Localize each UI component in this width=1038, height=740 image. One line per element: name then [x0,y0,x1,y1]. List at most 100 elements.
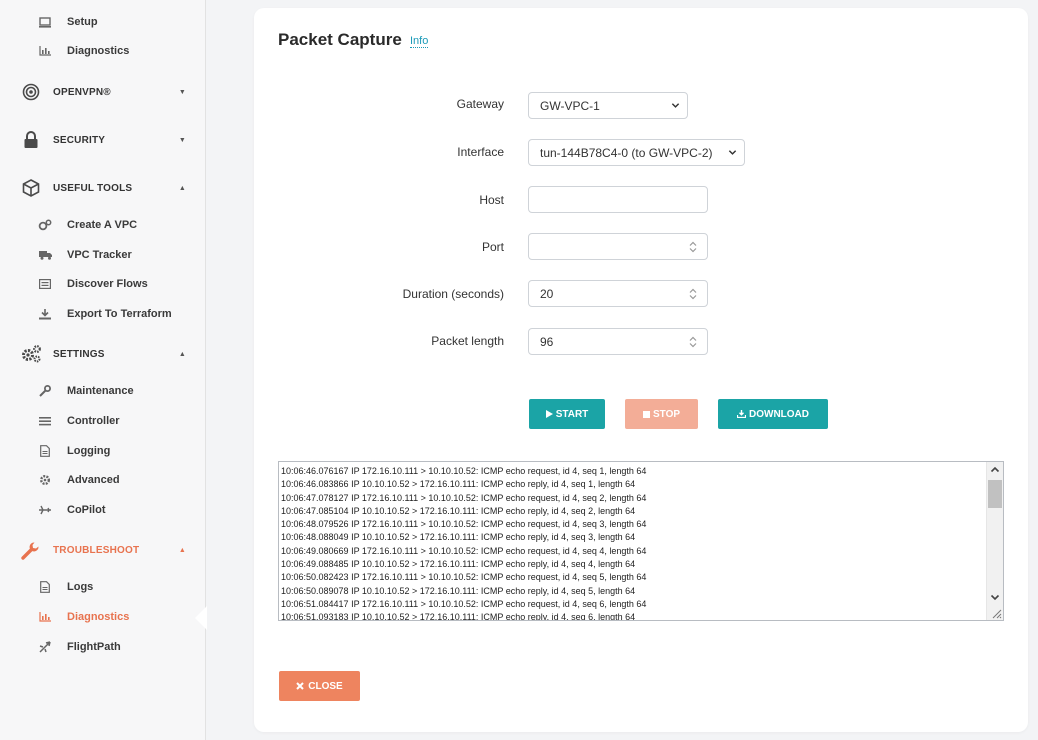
sidebar-item-advanced[interactable]: Advanced [38,470,120,490]
duration-label: Duration (seconds) [402,287,504,301]
bar-chart-icon [38,610,52,624]
sidebar-item-logging[interactable]: Logging [38,441,110,461]
log-line: 10:06:49.088485 IP 10.10.10.52 > 172.16.… [281,559,636,570]
sidebar-item-copilot[interactable]: CoPilot [38,500,106,520]
log-line: 10:06:48.079526 IP 172.16.10.111 > 10.10… [281,519,647,530]
sidebar-item-label: FlightPath [67,641,121,653]
lock-icon [20,129,42,151]
stop-button[interactable]: STOP [625,399,698,429]
sidebar-section-openvpn[interactable]: OPENVPN® ▼ [20,80,186,104]
sidebar-item-logs[interactable]: Logs [38,577,93,597]
host-input[interactable] [528,186,708,213]
sidebar-item-create-a-vpc[interactable]: Create A VPC [38,215,137,235]
sidebar-item-label: Logs [67,581,94,593]
log-line: 10:06:48.088049 IP 10.10.10.52 > 172.16.… [281,532,636,543]
log-line: 10:06:50.082423 IP 172.16.10.111 > 10.10… [281,572,647,583]
gears-icon [20,343,42,365]
sidebar-section-useful-tools[interactable]: USEFUL TOOLS ▲ [20,176,186,200]
caret-up-icon: ▲ [178,184,186,192]
file-icon [38,580,52,594]
stop-icon [642,410,650,418]
sidebar-section-troubleshoot[interactable]: TROUBLESHOOT ▲ [20,538,186,562]
log-line: 10:06:49.080669 IP 172.16.10.111 > 10.10… [281,545,647,556]
number-spinner-icon[interactable] [688,287,698,301]
sidebar: Setup Diagnostics OPENVPN® ▼ SECURITY ▼ … [0,0,207,740]
duration-input-value: 20 [540,286,554,301]
page-title: Packet Capture [278,30,402,49]
packet-length-input-value: 96 [540,334,554,349]
scroll-up-icon[interactable] [990,465,1000,475]
download-button-label: DOWNLOAD [749,408,809,420]
sidebar-item-label: Diagnostics [67,611,130,623]
packet-length-input[interactable]: 96 [528,328,708,355]
capture-output-textarea[interactable]: 10:06:46.076167 IP 172.16.10.111 > 10.10… [278,461,1004,621]
sidebar-section-label: TROUBLESHOOT [53,544,140,556]
log-line: 10:06:51.093183 IP 10.10.10.52 > 172.16.… [281,612,636,621]
vertical-scrollbar[interactable] [986,462,1003,620]
port-input[interactable] [528,233,708,260]
sidebar-item-label: CoPilot [67,504,106,516]
bars-icon [38,414,52,428]
log-line: 10:06:46.083866 IP 10.10.10.52 > 172.16.… [281,479,636,490]
sidebar-item-controller[interactable]: Controller [38,411,120,431]
cube-icon [20,177,42,199]
capture-output-lines: 10:06:46.076167 IP 172.16.10.111 > 10.10… [281,465,983,621]
sidebar-item-label: Controller [67,415,120,427]
gear-icon [38,473,52,487]
sidebar-section-settings[interactable]: SETTINGS ▲ [20,342,186,366]
gateway-label: Gateway [456,97,504,111]
sidebar-item-export-to-terraform[interactable]: Export To Terraform [38,304,172,324]
sidebar-item-label: Discover Flows [67,278,148,290]
sidebar-item-label: Setup [67,16,98,28]
download-button[interactable]: DOWNLOAD [718,399,828,429]
sidebar-item-label: VPC Tracker [67,249,132,261]
number-spinner-icon[interactable] [688,240,698,254]
sidebar-section-label: USEFUL TOOLS [53,182,133,194]
gateway-select[interactable]: GW-VPC-1 [528,92,688,119]
wrench-icon [38,384,52,398]
host-label: Host [479,193,504,207]
play-icon [545,410,553,418]
monitor-icon [38,15,52,29]
scroll-down-icon[interactable] [990,592,1000,602]
caret-down-icon: ▼ [178,136,186,144]
bar-chart-icon [38,44,52,58]
plane-icon [38,503,52,517]
wrench-icon [20,539,42,561]
interface-label: Interface [457,145,504,159]
gateway-select-value: GW-VPC-1 [540,98,600,113]
start-button[interactable]: START [529,399,605,429]
info-link[interactable]: Info [410,35,429,48]
sidebar-item-diagnostics[interactable]: Diagnostics [38,607,129,627]
sidebar-section-label: OPENVPN® [53,86,111,98]
chevron-down-icon [671,103,680,108]
port-label: Port [481,240,504,254]
resize-handle-icon[interactable] [990,607,1002,619]
number-spinner-icon[interactable] [688,335,698,349]
sidebar-item-flightpath[interactable]: FlightPath [38,637,121,657]
sidebar-item-label: Export To Terraform [67,308,172,320]
sidebar-item-discover-flows[interactable]: Discover Flows [38,274,148,294]
sidebar-section-security[interactable]: SECURITY ▼ [20,128,186,152]
stop-button-label: STOP [652,408,681,420]
sidebar-item-label: Logging [67,445,111,457]
sidebar-item-maintenance[interactable]: Maintenance [38,381,134,401]
sidebar-item-vpc-tracker[interactable]: VPC Tracker [38,245,132,265]
close-button-label: CLOSE [308,680,343,692]
close-button[interactable]: CLOSE [279,671,360,701]
sidebar-item-setup[interactable]: Setup [38,12,98,32]
sidebar-item-label: Create A VPC [67,219,138,231]
packet-capture-panel: Packet Capture Info Gateway GW-VPC-1 Int… [254,8,1028,732]
interface-select[interactable]: tun-144B78C4-0 (to GW-VPC-2) [528,139,745,166]
download-icon [737,410,746,418]
log-line: 10:06:47.085104 IP 10.10.10.52 > 172.16.… [281,505,636,516]
plane-icon [38,640,52,654]
sidebar-item-diagnostics-top[interactable]: Diagnostics [38,41,129,61]
log-line: 10:06:46.076167 IP 172.16.10.111 > 10.10… [281,466,647,476]
duration-input[interactable]: 20 [528,280,708,307]
list-icon [38,277,52,291]
log-line: 10:06:51.084417 IP 172.16.10.111 > 10.10… [281,598,647,609]
caret-down-icon: ▼ [178,88,186,96]
scrollbar-thumb[interactable] [988,480,1002,508]
sidebar-item-label: Diagnostics [67,45,130,57]
